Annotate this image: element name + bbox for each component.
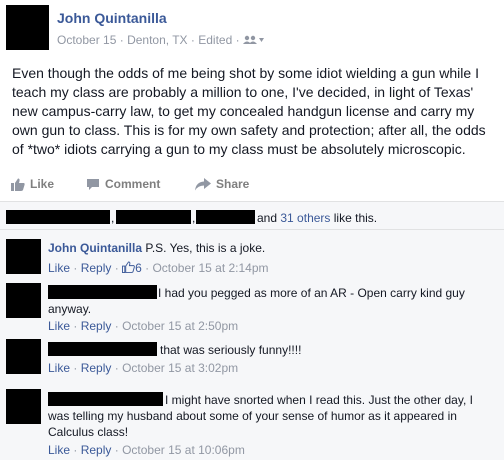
commenter-avatar-redacted[interactable] xyxy=(6,239,41,274)
comment-timestamp[interactable]: October 15 at 10:06pm xyxy=(122,443,245,457)
comment-like-link[interactable]: Like xyxy=(48,443,70,457)
thumbs-up-icon xyxy=(122,261,135,273)
comment-like-count[interactable]: 6 xyxy=(122,261,145,275)
liker-name-redacted[interactable] xyxy=(196,210,255,224)
comment-timestamp[interactable]: October 15 at 3:02pm xyxy=(122,361,238,375)
comment-like-link[interactable]: Like xyxy=(48,319,70,333)
post-body: Even though the odds of me being shot by… xyxy=(12,65,486,157)
comment-body: I had you pegged as more of an AR - Open… xyxy=(158,286,465,300)
commenter-avatar-redacted[interactable] xyxy=(6,389,41,424)
comment-reply-link[interactable]: Reply xyxy=(81,443,112,457)
comment-body: that was seriously funny!!!! xyxy=(160,343,302,357)
comment-body: John Quintanilla P.S. Yes, this is a jok… xyxy=(48,241,266,255)
commenter-name-redacted[interactable] xyxy=(48,285,157,299)
post-location[interactable]: Denton, TX xyxy=(127,33,187,47)
comment-author[interactable]: John Quintanilla xyxy=(48,241,142,255)
comment-reply-link[interactable]: Reply xyxy=(81,261,112,275)
comment-body-continued: anyway. xyxy=(48,302,92,316)
meta-separator: · xyxy=(190,33,195,47)
commenter-avatar-redacted[interactable] xyxy=(6,339,41,374)
likes-others-link[interactable]: 31 others xyxy=(280,211,330,225)
comment-meta: Like · Reply · October 15 at 3:02pm xyxy=(48,361,239,375)
comment-meta: Like · Reply · 6 · October 15 at 2:14pm xyxy=(48,261,269,275)
comment-body-continued: was telling my husband about some of you… xyxy=(48,409,457,423)
post-edited[interactable]: Edited xyxy=(198,33,232,47)
share-button[interactable]: Share xyxy=(195,177,249,191)
liker-name-redacted[interactable] xyxy=(6,210,110,224)
commenter-name-redacted[interactable] xyxy=(48,342,157,356)
meta-separator: · xyxy=(235,33,240,47)
comment-like-link[interactable]: Like xyxy=(48,261,70,275)
commenter-name-redacted[interactable] xyxy=(48,392,163,406)
comment-body-continued: Calculus class! xyxy=(48,425,129,439)
comment-timestamp[interactable]: October 15 at 2:50pm xyxy=(122,319,238,333)
thumbs-up-icon xyxy=(11,178,25,191)
meta-separator: · xyxy=(119,33,124,47)
commenter-avatar-redacted[interactable] xyxy=(6,283,41,318)
audience-friends-icon[interactable] xyxy=(242,34,265,48)
liker-name-redacted[interactable] xyxy=(116,210,191,224)
share-arrow-icon xyxy=(195,177,211,191)
comment-meta: Like · Reply · October 15 at 10:06pm xyxy=(48,443,245,457)
comment-reply-link[interactable]: Reply xyxy=(81,361,112,375)
author-avatar-redacted[interactable] xyxy=(6,5,49,50)
comment-reply-link[interactable]: Reply xyxy=(81,319,112,333)
likes-separator: , xyxy=(111,211,115,225)
post-date[interactable]: October 15 xyxy=(57,33,116,47)
post-meta: October 15 · Denton, TX · Edited · xyxy=(57,33,265,48)
post-author-name[interactable]: John Quintanilla xyxy=(57,10,167,26)
like-button[interactable]: Like xyxy=(11,177,54,191)
comment-bubble-icon xyxy=(86,178,100,191)
comment-button[interactable]: Comment xyxy=(86,177,160,191)
likes-summary-text: and 31 others like this. xyxy=(257,211,378,225)
comment-timestamp[interactable]: October 15 at 2:14pm xyxy=(152,261,268,275)
comment-meta: Like · Reply · October 15 at 2:50pm xyxy=(48,319,239,333)
comment-like-link[interactable]: Like xyxy=(48,361,70,375)
likes-separator: , xyxy=(192,211,196,225)
comment-body: I might have snorted when I read this. J… xyxy=(165,393,473,407)
